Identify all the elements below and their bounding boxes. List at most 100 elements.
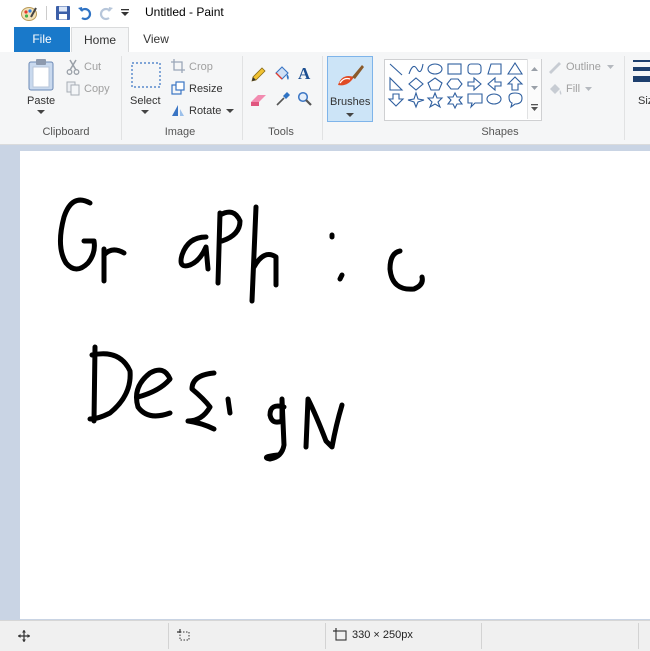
copy-button[interactable]: Copy [84,83,110,95]
paste-icon[interactable] [26,58,56,92]
window-title: Untitled - Paint [145,5,224,19]
rotate-dropdown-icon[interactable] [226,108,234,114]
brush-icon [338,65,364,86]
resize-button[interactable]: Resize [189,83,223,95]
drawing-canvas[interactable] [20,151,650,619]
tab-home[interactable]: Home [71,27,129,53]
crop-button[interactable]: Crop [189,61,213,73]
title-bar: Untitled - Paint [0,0,650,26]
stroke-letter-p [215,209,243,286]
text-tool-icon[interactable]: A [298,64,310,84]
tab-file[interactable]: File [14,27,70,52]
five-point-star-shape-icon [426,91,444,109]
brushes-label: Brushes [330,96,371,108]
rotate-button[interactable]: Rotate [189,105,221,117]
stroke-letter-i2 [225,396,233,416]
status-separator [325,623,326,649]
six-point-star-shape-icon [446,91,464,110]
oval-callout-shape-icon [486,93,502,105]
fill-bucket-icon[interactable] [273,65,291,83]
triangle-shape-icon [506,61,524,75]
brushes-dropdown-icon [346,113,354,117]
brushes-button[interactable]: Brushes [327,56,373,122]
gallery-down-icon[interactable] [531,86,538,91]
outline-dropdown-icon[interactable] [607,65,614,70]
magnifier-icon[interactable] [297,91,313,107]
eraser-icon[interactable] [250,92,268,108]
diamond-shape-icon [408,77,424,91]
rotate-icon[interactable] [171,103,185,117]
pentagon-shape-icon [427,77,443,91]
color-picker-icon[interactable] [275,91,291,107]
cut-icon[interactable] [66,59,80,75]
hexagon-shape-icon [446,78,463,90]
status-separator [481,623,482,649]
stroke-letter-n [303,396,345,450]
cloud-callout-shape-icon [508,92,523,109]
fill-dropdown-icon[interactable] [585,87,592,92]
selection-size-icon [177,629,190,641]
size-icon[interactable] [633,58,650,88]
cut-button[interactable]: Cut [84,61,101,73]
outline-icon[interactable] [547,60,563,74]
tools-group-label: Tools [268,126,294,138]
fill-icon[interactable] [547,82,563,96]
curve-shape-icon [408,63,424,75]
paint-app-icon[interactable] [20,4,38,22]
stroke-letter-a [178,234,211,272]
shapes-gallery-grid [387,61,524,110]
ribbon-separator [242,56,243,140]
select-button[interactable]: Select [130,95,161,107]
outline-button[interactable]: Outline [566,61,601,73]
shapes-gallery-scroll[interactable] [527,59,541,119]
paste-dropdown-icon[interactable] [37,109,45,115]
up-arrow-shape-icon [506,76,524,91]
left-arrow-shape-icon [487,76,502,92]
gallery-up-icon[interactable] [531,67,538,72]
cursor-position-icon [18,630,30,642]
oval-shape-icon [427,63,443,75]
crop-icon[interactable] [171,59,185,73]
rounded-callout-shape-icon [467,93,483,109]
shapes-gallery[interactable] [384,59,542,121]
pencil-icon[interactable] [250,67,266,83]
ribbon-tabs: File Home View [0,27,650,53]
stroke-letter-d [87,344,133,424]
select-icon[interactable] [131,62,161,88]
fill-button[interactable]: Fill [566,83,580,95]
stroke-letter-s [185,370,217,432]
down-arrow-shape-icon [387,93,405,107]
copy-icon[interactable] [66,81,80,97]
status-separator [638,623,639,649]
right-arrow-shape-icon [467,76,482,92]
select-dropdown-icon[interactable] [141,109,149,115]
status-bar: 330 × 250px [0,620,650,651]
ribbon: Paste Cut Copy Clipboard Select Crop Res… [0,52,650,145]
stroke-letter-i [329,232,345,282]
titlebar-divider [46,6,47,20]
ribbon-separator [121,56,122,140]
gallery-expand-icon[interactable] [531,104,538,112]
ribbon-separator [322,56,323,140]
save-icon[interactable] [55,5,71,21]
rounded-rectangle-shape-icon [467,63,482,75]
tab-view[interactable]: View [128,27,184,52]
clipboard-group-label: Clipboard [42,126,90,138]
customize-quick-access-icon[interactable] [120,8,130,18]
freehand-drawing [58,197,425,462]
stroke-letter-c [387,248,425,292]
redo-icon[interactable] [98,5,114,21]
shapes-group-label: Shapes [481,126,519,138]
line-shape-icon [389,63,403,76]
polygon-shape-icon [487,63,502,75]
stroke-letter-h [249,204,279,304]
stroke-letter-g [58,197,97,272]
undo-icon[interactable] [77,5,93,21]
stroke-letter-e [134,367,173,419]
resize-icon[interactable] [171,81,185,95]
image-group-label: Image [164,126,196,138]
stroke-letter-r [101,246,127,284]
paste-button[interactable]: Paste [27,95,55,107]
size-button[interactable]: Siz [638,95,650,107]
stroke-letter-g2 [263,396,287,462]
